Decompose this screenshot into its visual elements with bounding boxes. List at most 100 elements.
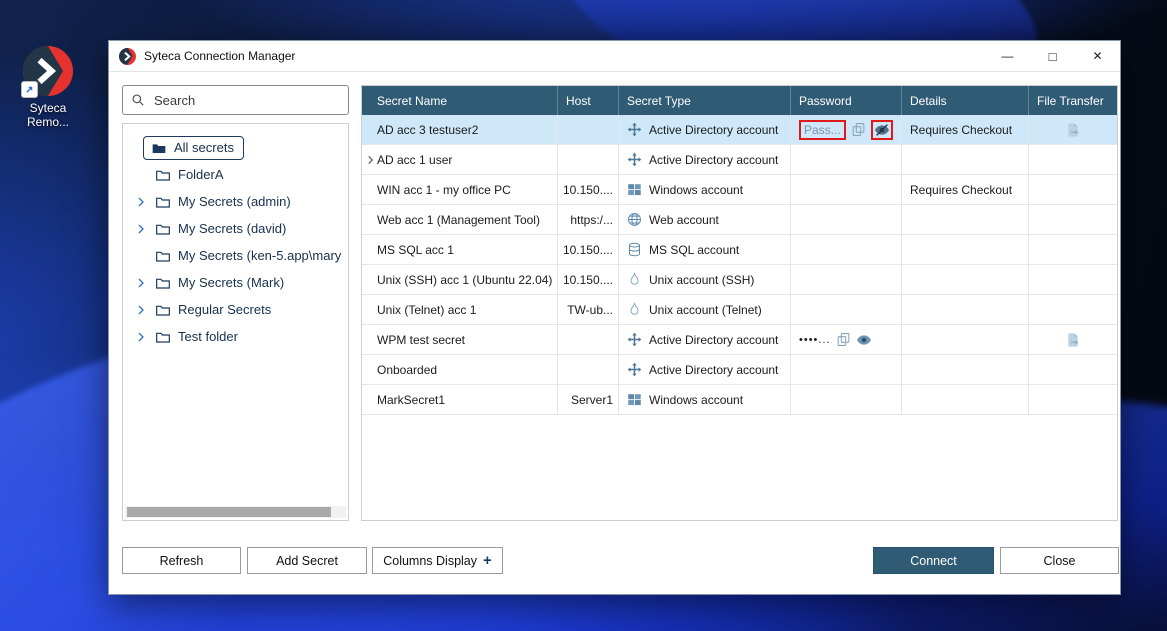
host-value: TW-ub...: [567, 303, 613, 317]
minimize-button[interactable]: —: [985, 41, 1030, 71]
chevron-right-icon[interactable]: [135, 223, 155, 235]
table-row[interactable]: MarkSecret1Server1Windows account: [362, 385, 1117, 415]
tree-item[interactable]: Test folder: [123, 323, 348, 350]
tree-item[interactable]: My Secrets (Mark): [123, 269, 348, 296]
table-row[interactable]: WPM test secretActive Directory account•…: [362, 325, 1117, 355]
secret-type-cell: MS SQL account: [619, 235, 791, 264]
host-cell: 10.150....: [558, 265, 619, 294]
secret-name-cell: WPM test secret: [362, 325, 558, 354]
windows-icon: [627, 182, 642, 197]
shortcut-label-line1: Syteca: [12, 101, 84, 115]
table-row[interactable]: Unix (SSH) acc 1 (Ubuntu 22.04)10.150...…: [362, 265, 1117, 295]
details-cell: [902, 295, 1029, 324]
secret-name-cell: AD acc 3 testuser2: [362, 115, 558, 144]
secret-name-cell: Unix (SSH) acc 1 (Ubuntu 22.04): [362, 265, 558, 294]
tree-item[interactable]: Regular Secrets: [123, 296, 348, 323]
close-button[interactable]: ✕: [1075, 41, 1120, 71]
chevron-right-icon[interactable]: [365, 154, 376, 165]
column-header-password[interactable]: Password: [791, 86, 902, 115]
file-transfer-cell: [1029, 325, 1117, 354]
file-transfer-icon[interactable]: [1065, 122, 1081, 138]
maximize-button[interactable]: □: [1030, 41, 1075, 71]
password-cell: [791, 235, 902, 264]
unix-icon: [627, 302, 642, 317]
columns-display-button[interactable]: Columns Display +: [372, 547, 503, 574]
copy-icon[interactable]: [851, 122, 866, 137]
column-header-secret-type[interactable]: Secret Type: [619, 86, 791, 115]
tree-item[interactable]: My Secrets (david): [123, 215, 348, 242]
secret-type-cell: Unix account (SSH): [619, 265, 791, 294]
tree-item[interactable]: My Secrets (ken-5.app\mary: [123, 242, 348, 269]
table-row[interactable]: AD acc 3 testuser2Active Directory accou…: [362, 115, 1117, 145]
file-transfer-cell: [1029, 205, 1117, 234]
search-box[interactable]: [122, 85, 349, 115]
scrollbar-thumb[interactable]: [127, 507, 331, 517]
chevron-right-icon[interactable]: [135, 196, 155, 208]
eye-icon[interactable]: [856, 332, 872, 348]
host-cell: TW-ub...: [558, 295, 619, 324]
column-header-details[interactable]: Details: [902, 86, 1029, 115]
file-transfer-cell: [1029, 175, 1117, 204]
connect-button[interactable]: Connect: [873, 547, 994, 574]
secret-type-label: Unix account (SSH): [649, 273, 754, 287]
active-directory-icon: [627, 122, 642, 137]
desktop-shortcut-syteca[interactable]: Syteca Remo...: [12, 46, 84, 129]
host-value: 10.150....: [563, 183, 613, 197]
column-header-file-transfer[interactable]: File Transfer: [1029, 86, 1117, 115]
table-row[interactable]: Web acc 1 (Management Tool)https:/...Web…: [362, 205, 1117, 235]
secret-name-cell: MS SQL acc 1: [362, 235, 558, 264]
table-body: AD acc 3 testuser2 Active Directory accou…: [362, 115, 1117, 415]
chevron-right-icon[interactable]: [135, 304, 155, 316]
file-transfer-icon[interactable]: [1065, 332, 1081, 348]
title-bar[interactable]: Syteca Connection Manager — □ ✕: [109, 41, 1120, 72]
table-row[interactable]: MS SQL acc 1 10.150.... MS SQL account: [362, 235, 1117, 265]
secret-name-cell: Unix (Telnet) acc 1: [362, 295, 558, 324]
secret-name-cell: AD acc 1 user: [362, 145, 558, 174]
tree-item[interactable]: All secrets: [123, 134, 348, 161]
column-header-host[interactable]: Host: [558, 86, 619, 115]
plus-icon: +: [483, 553, 492, 568]
host-value: Server1: [571, 393, 613, 407]
copy-icon[interactable]: [836, 332, 851, 347]
details-text: Requires Checkout: [910, 183, 1012, 197]
table-row[interactable]: Onboarded Active Directory account: [362, 355, 1117, 385]
unix-icon: [627, 272, 642, 287]
folder-icon: [155, 194, 171, 210]
secrets-table: Secret Name Host Secret Type Password De…: [361, 85, 1118, 521]
close-dialog-button[interactable]: Close: [1000, 547, 1119, 574]
tree-item-label: Regular Secrets: [178, 302, 271, 317]
host-cell: Server1: [558, 385, 619, 414]
details-cell: Requires Checkout: [902, 115, 1029, 144]
secret-name-cell: Onboarded: [362, 355, 558, 384]
refresh-button[interactable]: Refresh: [122, 547, 241, 574]
file-transfer-cell: [1029, 385, 1117, 414]
secret-type-label: Windows account: [649, 183, 743, 197]
host-value: 10.150....: [563, 243, 613, 257]
tree-item-label: My Secrets (admin): [178, 194, 291, 209]
secret-name: MS SQL acc 1: [377, 243, 454, 257]
active-directory-icon: [627, 152, 642, 167]
password-masked: ••••...: [799, 334, 831, 346]
table-row[interactable]: Unix (Telnet) acc 1TW-ub...Unix account …: [362, 295, 1117, 325]
secret-name-cell: MarkSecret1: [362, 385, 558, 414]
details-cell: [902, 355, 1029, 384]
table-row[interactable]: WIN acc 1 - my office PC10.150....Window…: [362, 175, 1117, 205]
column-header-secret-name[interactable]: Secret Name: [362, 86, 558, 115]
chevron-right-icon[interactable]: [135, 331, 155, 343]
file-transfer-cell: [1029, 235, 1117, 264]
details-cell: Requires Checkout: [902, 175, 1029, 204]
horizontal-scrollbar[interactable]: [125, 506, 346, 518]
secret-type-label: Active Directory account: [649, 363, 778, 377]
secret-type-cell: Active Directory account: [619, 355, 791, 384]
tree-item[interactable]: My Secrets (admin): [123, 188, 348, 215]
search-input[interactable]: [152, 92, 340, 109]
active-directory-icon: [627, 332, 642, 347]
search-icon: [131, 93, 145, 107]
tree-item[interactable]: FolderA: [123, 161, 348, 188]
chevron-right-icon[interactable]: [135, 277, 155, 289]
file-transfer-cell: [1029, 115, 1117, 144]
add-secret-button[interactable]: Add Secret: [247, 547, 367, 574]
eye-slash-icon[interactable]: [874, 122, 890, 138]
shortcut-arrow-icon: [21, 81, 38, 98]
table-row[interactable]: AD acc 1 userActive Directory account: [362, 145, 1117, 175]
